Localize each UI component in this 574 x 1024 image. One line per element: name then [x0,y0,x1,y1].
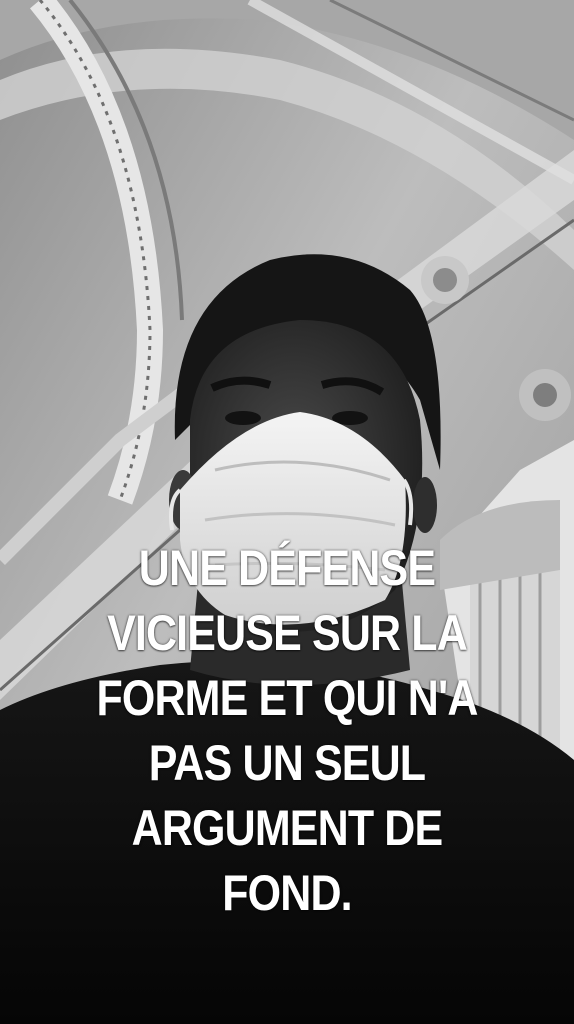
story-caption: UNE DÉFENSE VICIEUSE SUR LA FORME ET QUI… [40,536,534,926]
caption-line: PAS UN SEUL [148,735,426,791]
caption-line: FOND. [222,865,352,921]
caption-line: VICIEUSE SUR LA [107,605,468,661]
caption-line: UNE DÉFENSE [138,540,436,596]
caption-line: ARGUMENT DE [131,800,444,856]
caption-line: FORME ET QUI N'A [96,670,478,726]
story-view: UNE DÉFENSE VICIEUSE SUR LA FORME ET QUI… [0,0,574,1024]
